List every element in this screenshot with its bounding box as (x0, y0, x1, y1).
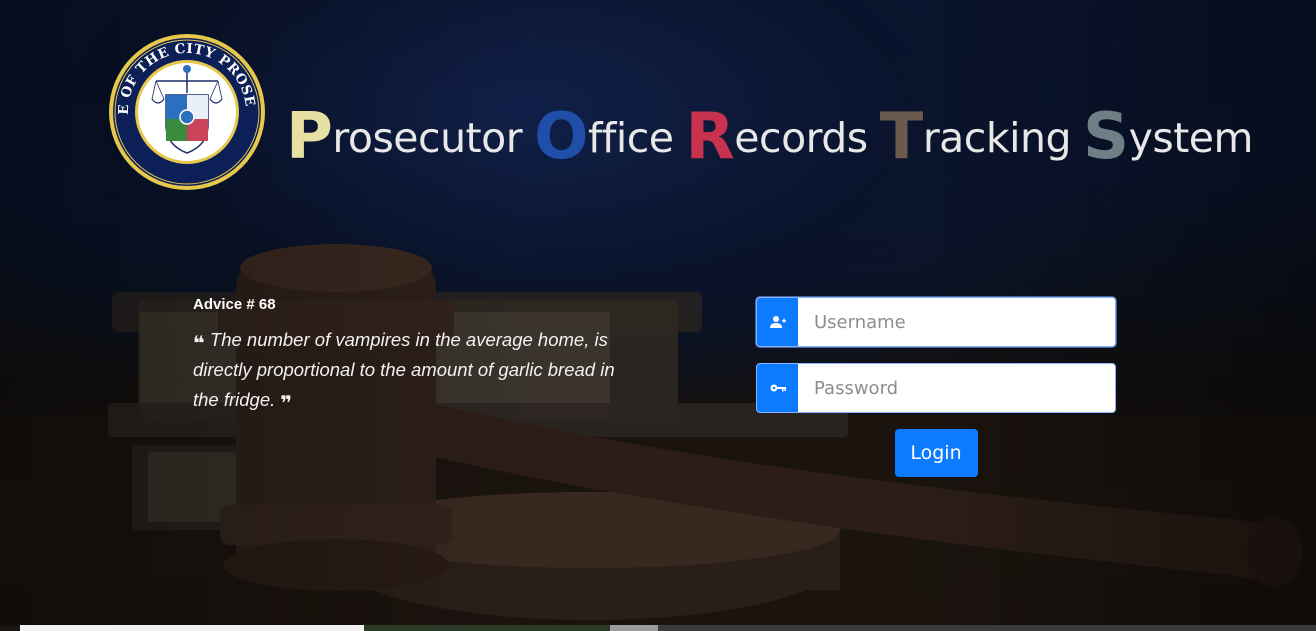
title-initial: P (286, 100, 333, 174)
title-rest: ecords (734, 114, 868, 162)
quote-open-icon: ❝ (193, 333, 205, 355)
title-rest: racking (922, 114, 1072, 162)
quote-close-icon: ❞ (280, 393, 293, 415)
title-word: System (1083, 100, 1254, 174)
app-title: Prosecutor Office Records Tracking System (286, 100, 1265, 174)
user-plus-icon (757, 298, 798, 346)
title-word: Office (534, 100, 674, 174)
title-initial: S (1083, 100, 1129, 174)
title-word: Tracking (880, 100, 1072, 174)
login-button[interactable]: Login (894, 429, 978, 477)
password-group (756, 363, 1116, 413)
title-rest: ystem (1128, 114, 1254, 162)
advice-text: The number of vampires in the average ho… (193, 329, 615, 410)
password-input[interactable] (798, 364, 1115, 412)
username-group (756, 297, 1116, 347)
advice-panel: Advice # 68 ❝ The number of vampires in … (193, 296, 643, 415)
advice-title: Advice # 68 (193, 296, 276, 313)
title-initial: T (879, 100, 924, 174)
login-form: Login (756, 297, 1116, 477)
city-prosecutor-seal-logo: OFFICE OF THE CITY PROSECUTOR CITY OF DA… (108, 33, 265, 190)
login-page: OFFICE OF THE CITY PROSECUTOR CITY OF DA… (0, 0, 1316, 631)
title-initial: R (685, 100, 735, 174)
title-initial: O (534, 100, 588, 174)
key-icon (757, 364, 798, 412)
title-word: Records (686, 100, 869, 174)
username-input[interactable] (798, 298, 1115, 346)
title-word: Prosecutor (286, 100, 523, 174)
title-rest: ffice (587, 114, 674, 162)
bottom-strip (0, 625, 1316, 631)
title-rest: rosecutor (332, 114, 523, 162)
advice-quote: ❝ The number of vampires in the average … (193, 325, 643, 415)
